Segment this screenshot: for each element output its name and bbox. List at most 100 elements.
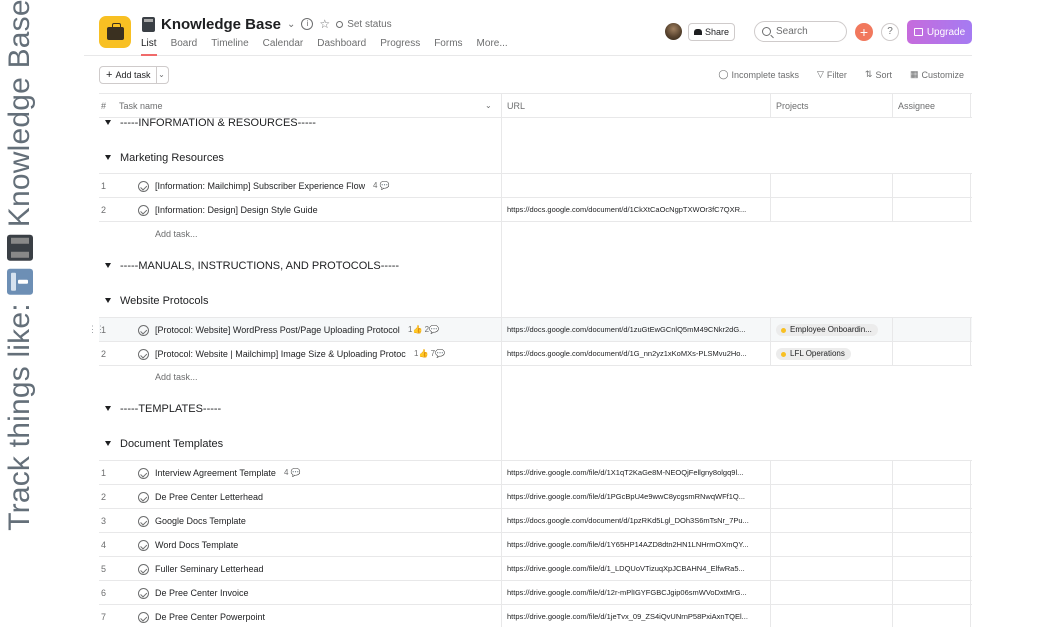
url-cell[interactable]: https://drive.google.com/file/d/1_LDQUoV… — [507, 557, 769, 581]
tab-forms[interactable]: Forms — [434, 38, 462, 56]
tab-dashboard[interactable]: Dashboard — [317, 38, 366, 56]
url-cell[interactable]: https://drive.google.com/file/d/1Y65HP14… — [507, 533, 769, 557]
sort-button[interactable]: ⇅ Sort — [865, 69, 892, 80]
tab-list[interactable]: List — [141, 38, 157, 56]
table-row[interactable]: 2 [Information: Design] Design Style Guid… — [99, 198, 972, 222]
url-cell[interactable]: https://docs.google.com/document/d/1G_nn… — [507, 342, 769, 366]
column-divider — [970, 485, 971, 509]
collapse-triangle-icon[interactable] — [105, 297, 111, 303]
set-status-label: Set status — [347, 18, 392, 30]
drag-handle-icon[interactable]: ⋮⋮ — [88, 324, 105, 335]
row-number: 7 — [101, 612, 107, 622]
col-assignee[interactable]: Assignee — [898, 94, 935, 118]
add-task-inline[interactable]: Add task... — [155, 372, 198, 382]
task-name[interactable]: [Information: Design] Design Style Guide — [155, 198, 318, 222]
col-url[interactable]: URL — [507, 94, 525, 118]
task-name[interactable]: [Information: Mailchimp] Subscriber Expe… — [155, 174, 365, 198]
quick-add-button[interactable]: + — [855, 23, 873, 41]
project-pill[interactable]: LFL Operations — [776, 348, 851, 360]
complete-check-icon[interactable] — [138, 325, 149, 336]
tab-timeline[interactable]: Timeline — [211, 38, 248, 56]
complete-check-icon[interactable] — [138, 468, 149, 479]
customize-button[interactable]: ▦ Customize — [910, 69, 964, 80]
tab-more[interactable]: More... — [477, 38, 508, 56]
col-projects[interactable]: Projects — [776, 94, 809, 118]
table-row[interactable]: 1 [Protocol: Website] WordPress Post/Page… — [99, 318, 972, 342]
tab-board[interactable]: Board — [171, 38, 198, 56]
col-task-name[interactable]: Task name — [119, 94, 163, 118]
url-cell[interactable]: https://drive.google.com/file/d/12r-mPlI… — [507, 581, 769, 605]
task-name[interactable]: Fuller Seminary Letterhead — [155, 557, 264, 581]
complete-check-icon[interactable] — [138, 540, 149, 551]
upgrade-button[interactable]: Upgrade — [907, 20, 972, 44]
complete-check-icon[interactable] — [138, 492, 149, 503]
share-button[interactable]: Share — [688, 23, 736, 41]
section-manuals-protocols[interactable]: -----MANUALS, INSTRUCTIONS, AND PROTOCOL… — [105, 260, 399, 272]
complete-check-icon[interactable] — [138, 349, 149, 360]
table-row[interactable]: 6 De Pree Center Invoice https://drive.goo… — [99, 581, 972, 605]
task-name[interactable]: Interview Agreement Template — [155, 461, 276, 485]
tab-progress[interactable]: Progress — [380, 38, 420, 56]
filter-button[interactable]: ▽ Filter — [817, 69, 847, 80]
complete-check-icon[interactable] — [138, 612, 149, 623]
section-information-resources[interactable]: -----INFORMATION & RESOURCES----- — [105, 117, 316, 129]
project-pill[interactable]: Employee Onboardin... — [776, 324, 878, 336]
collapse-triangle-icon[interactable] — [105, 154, 111, 160]
table-row[interactable]: 3 Google Docs Template https://docs.google… — [99, 509, 972, 533]
collapse-triangle-icon[interactable] — [105, 405, 111, 411]
chevron-down-icon[interactable]: ⌄ — [287, 19, 295, 30]
column-divider — [892, 509, 893, 533]
avatar[interactable] — [665, 23, 682, 40]
column-divider — [970, 557, 971, 581]
complete-check-icon[interactable] — [138, 205, 149, 216]
url-cell[interactable]: https://docs.google.com/document/d/1CkXt… — [507, 198, 769, 222]
incomplete-tasks-button[interactable]: ◯ Incomplete tasks — [718, 69, 799, 80]
task-name[interactable]: De Pree Center Letterhead — [155, 485, 263, 509]
section-website-protocols[interactable]: Website Protocols — [105, 295, 208, 307]
complete-check-icon[interactable] — [138, 588, 149, 599]
url-cell[interactable]: https://docs.google.com/document/d/1pzRK… — [507, 509, 769, 533]
task-name[interactable]: De Pree Center Invoice — [155, 581, 249, 605]
task-name[interactable]: Word Docs Template — [155, 533, 238, 557]
table-row[interactable]: 5 Fuller Seminary Letterhead https://drive… — [99, 557, 972, 581]
table-row[interactable]: 2 [Protocol: Website | Mailchimp] Image S… — [99, 342, 972, 366]
add-task-inline[interactable]: Add task... — [155, 229, 198, 239]
table-row[interactable]: 1 Interview Agreement Template 4 💬 https://… — [99, 461, 972, 485]
row-number: 2 — [101, 205, 107, 215]
url-cell[interactable]: https://docs.google.com/document/d/1zuGt… — [507, 318, 769, 342]
url-cell[interactable]: https://drive.google.com/file/d/1X1qT2Ka… — [507, 461, 769, 485]
collapse-triangle-icon[interactable] — [105, 262, 111, 268]
section-marketing-resources[interactable]: Marketing Resources — [105, 152, 224, 164]
help-button[interactable]: ? — [881, 23, 899, 41]
project-title[interactable]: Knowledge Base — [161, 16, 281, 33]
task-name[interactable]: [Protocol: Website | Mailchimp] Image Si… — [155, 342, 406, 366]
table-row[interactable]: 4 Word Docs Template https://drive.google.… — [99, 533, 972, 557]
task-name[interactable]: [Protocol: Website] WordPress Post/Page … — [155, 318, 400, 342]
set-status-button[interactable]: Set status — [336, 18, 392, 30]
search-input[interactable]: Search — [754, 21, 847, 42]
url-cell[interactable]: https://drive.google.com/file/d/1PGcBpU4… — [507, 485, 769, 509]
url-cell[interactable]: https://drive.google.com/file/d/1jeTvx_0… — [507, 605, 769, 627]
section-templates[interactable]: -----TEMPLATES----- — [105, 403, 221, 415]
project-briefcase-icon[interactable] — [99, 16, 131, 48]
star-icon[interactable]: ☆ — [319, 17, 330, 31]
collapse-triangle-icon[interactable] — [105, 440, 111, 446]
section-document-templates[interactable]: Document Templates — [105, 438, 223, 450]
complete-check-icon[interactable] — [138, 516, 149, 527]
task-name[interactable]: De Pree Center Powerpoint — [155, 605, 265, 627]
complete-check-icon[interactable] — [138, 564, 149, 575]
collapse-triangle-icon[interactable] — [105, 119, 111, 125]
status-ring-icon — [336, 20, 344, 28]
tab-calendar[interactable]: Calendar — [263, 38, 304, 56]
info-icon[interactable]: i — [301, 18, 314, 30]
add-task-button[interactable]: + Add task — [99, 66, 158, 84]
search-placeholder: Search — [776, 26, 808, 37]
table-row[interactable]: 7 De Pree Center Powerpoint https://drive.… — [99, 605, 972, 627]
column-divider — [892, 174, 893, 198]
table-row[interactable]: 1 [Information: Mailchimp] Subscriber Exp… — [99, 174, 972, 198]
chevron-down-icon[interactable]: ⌄ — [485, 94, 492, 118]
table-row[interactable]: 2 De Pree Center Letterhead https://drive.… — [99, 485, 972, 509]
add-task-dropdown-button[interactable]: ⌄ — [155, 66, 169, 84]
task-name[interactable]: Google Docs Template — [155, 509, 246, 533]
complete-check-icon[interactable] — [138, 181, 149, 192]
